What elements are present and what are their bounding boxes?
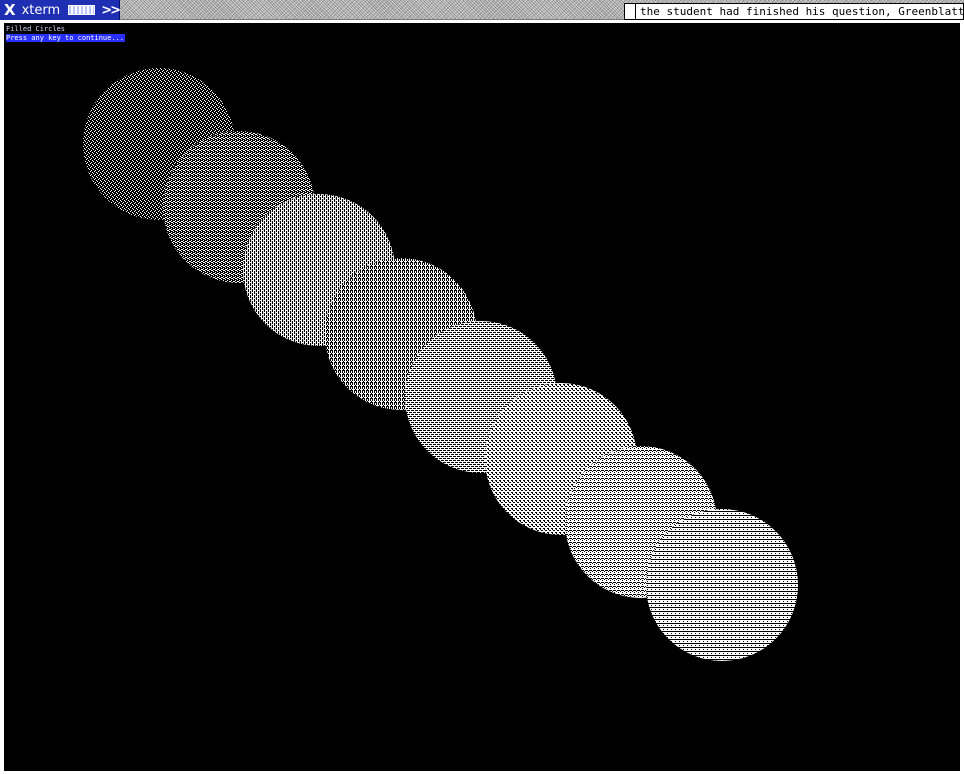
status-text-box: the student had finished his question, G… xyxy=(624,3,964,20)
terminal-window[interactable]: Filled Circles Press any key to continue… xyxy=(3,22,961,772)
screen: X xterm >> the student had finished his … xyxy=(0,0,964,774)
console-title-line: Filled Circles xyxy=(6,25,66,33)
status-text: the student had finished his question, G… xyxy=(640,5,964,18)
filled-circles-canvas xyxy=(83,68,798,661)
title-pattern xyxy=(68,5,96,15)
console-prompt-text: Press any key to continue... xyxy=(6,34,126,42)
console-output: Filled Circles Press any key to continue… xyxy=(6,25,126,43)
filled-circle-9 xyxy=(646,509,798,661)
top-bar: X xterm >> the student had finished his … xyxy=(0,0,964,20)
double-chevron-right-icon[interactable]: >> xyxy=(101,4,121,17)
x-logo-icon: X xyxy=(4,0,16,19)
xterm-window-tab[interactable]: X xterm >> xyxy=(0,0,121,20)
console-prompt-line: Press any key to continue... xyxy=(6,34,126,43)
window-title: xterm xyxy=(21,2,61,18)
